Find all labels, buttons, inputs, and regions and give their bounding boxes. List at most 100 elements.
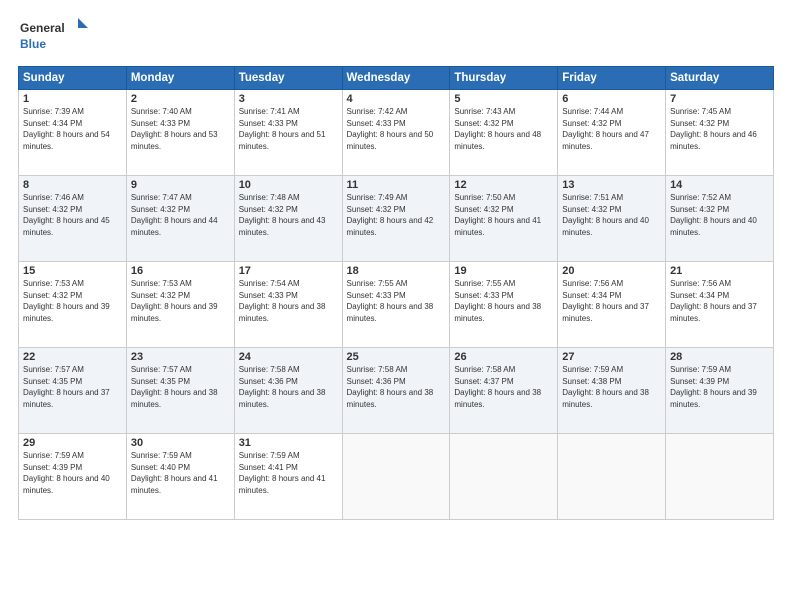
day-info: Sunrise: 7:58 AM Sunset: 4:36 PM Dayligh… — [347, 364, 446, 410]
day-number: 23 — [131, 351, 230, 363]
col-header-tuesday: Tuesday — [234, 67, 342, 90]
col-header-wednesday: Wednesday — [342, 67, 450, 90]
day-number: 17 — [239, 265, 338, 277]
week-row-1: 1Sunrise: 7:39 AM Sunset: 4:34 PM Daylig… — [19, 90, 774, 176]
day-cell: 22Sunrise: 7:57 AM Sunset: 4:35 PM Dayli… — [19, 348, 127, 434]
day-cell: 24Sunrise: 7:58 AM Sunset: 4:36 PM Dayli… — [234, 348, 342, 434]
day-info: Sunrise: 7:40 AM Sunset: 4:33 PM Dayligh… — [131, 106, 230, 152]
day-number: 20 — [562, 265, 661, 277]
day-info: Sunrise: 7:55 AM Sunset: 4:33 PM Dayligh… — [347, 278, 446, 324]
day-cell: 13Sunrise: 7:51 AM Sunset: 4:32 PM Dayli… — [558, 176, 666, 262]
col-header-saturday: Saturday — [666, 67, 774, 90]
day-cell: 16Sunrise: 7:53 AM Sunset: 4:32 PM Dayli… — [126, 262, 234, 348]
col-header-monday: Monday — [126, 67, 234, 90]
day-cell: 10Sunrise: 7:48 AM Sunset: 4:32 PM Dayli… — [234, 176, 342, 262]
day-info: Sunrise: 7:49 AM Sunset: 4:32 PM Dayligh… — [347, 192, 446, 238]
svg-text:Blue: Blue — [20, 37, 46, 51]
day-number: 29 — [23, 437, 122, 449]
day-info: Sunrise: 7:59 AM Sunset: 4:40 PM Dayligh… — [131, 450, 230, 496]
day-info: Sunrise: 7:59 AM Sunset: 4:38 PM Dayligh… — [562, 364, 661, 410]
day-number: 24 — [239, 351, 338, 363]
day-cell: 15Sunrise: 7:53 AM Sunset: 4:32 PM Dayli… — [19, 262, 127, 348]
day-cell: 23Sunrise: 7:57 AM Sunset: 4:35 PM Dayli… — [126, 348, 234, 434]
day-info: Sunrise: 7:57 AM Sunset: 4:35 PM Dayligh… — [131, 364, 230, 410]
day-info: Sunrise: 7:51 AM Sunset: 4:32 PM Dayligh… — [562, 192, 661, 238]
day-cell — [558, 434, 666, 520]
day-info: Sunrise: 7:59 AM Sunset: 4:41 PM Dayligh… — [239, 450, 338, 496]
svg-text:General: General — [20, 21, 65, 35]
logo-svg: General Blue — [18, 16, 88, 56]
day-info: Sunrise: 7:43 AM Sunset: 4:32 PM Dayligh… — [454, 106, 553, 152]
day-info: Sunrise: 7:59 AM Sunset: 4:39 PM Dayligh… — [23, 450, 122, 496]
day-cell: 14Sunrise: 7:52 AM Sunset: 4:32 PM Dayli… — [666, 176, 774, 262]
day-info: Sunrise: 7:41 AM Sunset: 4:33 PM Dayligh… — [239, 106, 338, 152]
calendar-page: General Blue SundayMondayTuesdayWednesda… — [0, 0, 792, 612]
day-number: 6 — [562, 93, 661, 105]
logo: General Blue — [18, 16, 88, 56]
day-info: Sunrise: 7:53 AM Sunset: 4:32 PM Dayligh… — [131, 278, 230, 324]
day-cell: 25Sunrise: 7:58 AM Sunset: 4:36 PM Dayli… — [342, 348, 450, 434]
day-info: Sunrise: 7:56 AM Sunset: 4:34 PM Dayligh… — [562, 278, 661, 324]
day-number: 1 — [23, 93, 122, 105]
day-number: 12 — [454, 179, 553, 191]
col-header-friday: Friday — [558, 67, 666, 90]
day-number: 27 — [562, 351, 661, 363]
day-info: Sunrise: 7:55 AM Sunset: 4:33 PM Dayligh… — [454, 278, 553, 324]
day-cell: 5Sunrise: 7:43 AM Sunset: 4:32 PM Daylig… — [450, 90, 558, 176]
day-number: 18 — [347, 265, 446, 277]
day-info: Sunrise: 7:47 AM Sunset: 4:32 PM Dayligh… — [131, 192, 230, 238]
week-row-4: 22 Sunrise: 7:57 AM Sunset: 4:35 PM Dayli… — [19, 348, 774, 434]
day-info: Sunrise: 7:42 AM Sunset: 4:33 PM Dayligh… — [347, 106, 446, 152]
day-number: 15 — [23, 265, 122, 277]
day-number: 13 — [562, 179, 661, 191]
day-number: 2 — [131, 93, 230, 105]
day-cell: 27Sunrise: 7:59 AM Sunset: 4:38 PM Dayli… — [558, 348, 666, 434]
day-number: 22 — [23, 351, 122, 363]
day-cell: 3Sunrise: 7:41 AM Sunset: 4:33 PM Daylig… — [234, 90, 342, 176]
day-cell: 7Sunrise: 7:45 AM Sunset: 4:32 PM Daylig… — [666, 90, 774, 176]
day-cell: 12Sunrise: 7:50 AM Sunset: 4:32 PM Dayli… — [450, 176, 558, 262]
col-header-thursday: Thursday — [450, 67, 558, 90]
day-info: Sunrise: 7:56 AM Sunset: 4:34 PM Dayligh… — [670, 278, 769, 324]
day-info: Sunrise: 7:59 AM Sunset: 4:39 PM Dayligh… — [670, 364, 769, 410]
day-cell: 26Sunrise: 7:58 AM Sunset: 4:37 PM Dayli… — [450, 348, 558, 434]
week-row-5: 29Sunrise: 7:59 AM Sunset: 4:39 PM Dayli… — [19, 434, 774, 520]
day-info: Sunrise: 7:58 AM Sunset: 4:36 PM Dayligh… — [239, 364, 338, 410]
day-number: 30 — [131, 437, 230, 449]
day-number: 19 — [454, 265, 553, 277]
day-cell: 18Sunrise: 7:55 AM Sunset: 4:33 PM Dayli… — [342, 262, 450, 348]
day-number: 14 — [670, 179, 769, 191]
col-header-sunday: Sunday — [19, 67, 127, 90]
day-cell: 19Sunrise: 7:55 AM Sunset: 4:33 PM Dayli… — [450, 262, 558, 348]
day-number: 7 — [670, 93, 769, 105]
header: General Blue — [18, 16, 774, 56]
day-info: Sunrise: 7:45 AM Sunset: 4:32 PM Dayligh… — [670, 106, 769, 152]
day-info: Sunrise: 7:50 AM Sunset: 4:32 PM Dayligh… — [454, 192, 553, 238]
day-cell: 2Sunrise: 7:40 AM Sunset: 4:33 PM Daylig… — [126, 90, 234, 176]
day-number: 9 — [131, 179, 230, 191]
day-number: 8 — [23, 179, 122, 191]
day-cell — [450, 434, 558, 520]
day-info: Sunrise: 7:53 AM Sunset: 4:32 PM Dayligh… — [23, 278, 122, 324]
day-cell: 9Sunrise: 7:47 AM Sunset: 4:32 PM Daylig… — [126, 176, 234, 262]
day-number: 25 — [347, 351, 446, 363]
day-cell: 21Sunrise: 7:56 AM Sunset: 4:34 PM Dayli… — [666, 262, 774, 348]
day-number: 26 — [454, 351, 553, 363]
day-cell — [342, 434, 450, 520]
day-cell — [666, 434, 774, 520]
day-number: 4 — [347, 93, 446, 105]
day-info: Sunrise: 7:54 AM Sunset: 4:33 PM Dayligh… — [239, 278, 338, 324]
day-number: 11 — [347, 179, 446, 191]
day-cell: 8Sunrise: 7:46 AM Sunset: 4:32 PM Daylig… — [19, 176, 127, 262]
week-row-2: 8Sunrise: 7:46 AM Sunset: 4:32 PM Daylig… — [19, 176, 774, 262]
day-number: 16 — [131, 265, 230, 277]
day-cell: 1Sunrise: 7:39 AM Sunset: 4:34 PM Daylig… — [19, 90, 127, 176]
day-number: 3 — [239, 93, 338, 105]
day-number: 28 — [670, 351, 769, 363]
day-number: 21 — [670, 265, 769, 277]
day-cell: 4Sunrise: 7:42 AM Sunset: 4:33 PM Daylig… — [342, 90, 450, 176]
day-cell: 6Sunrise: 7:44 AM Sunset: 4:32 PM Daylig… — [558, 90, 666, 176]
day-cell: 30Sunrise: 7:59 AM Sunset: 4:40 PM Dayli… — [126, 434, 234, 520]
day-cell: 11Sunrise: 7:49 AM Sunset: 4:32 PM Dayli… — [342, 176, 450, 262]
week-row-3: 15Sunrise: 7:53 AM Sunset: 4:32 PM Dayli… — [19, 262, 774, 348]
